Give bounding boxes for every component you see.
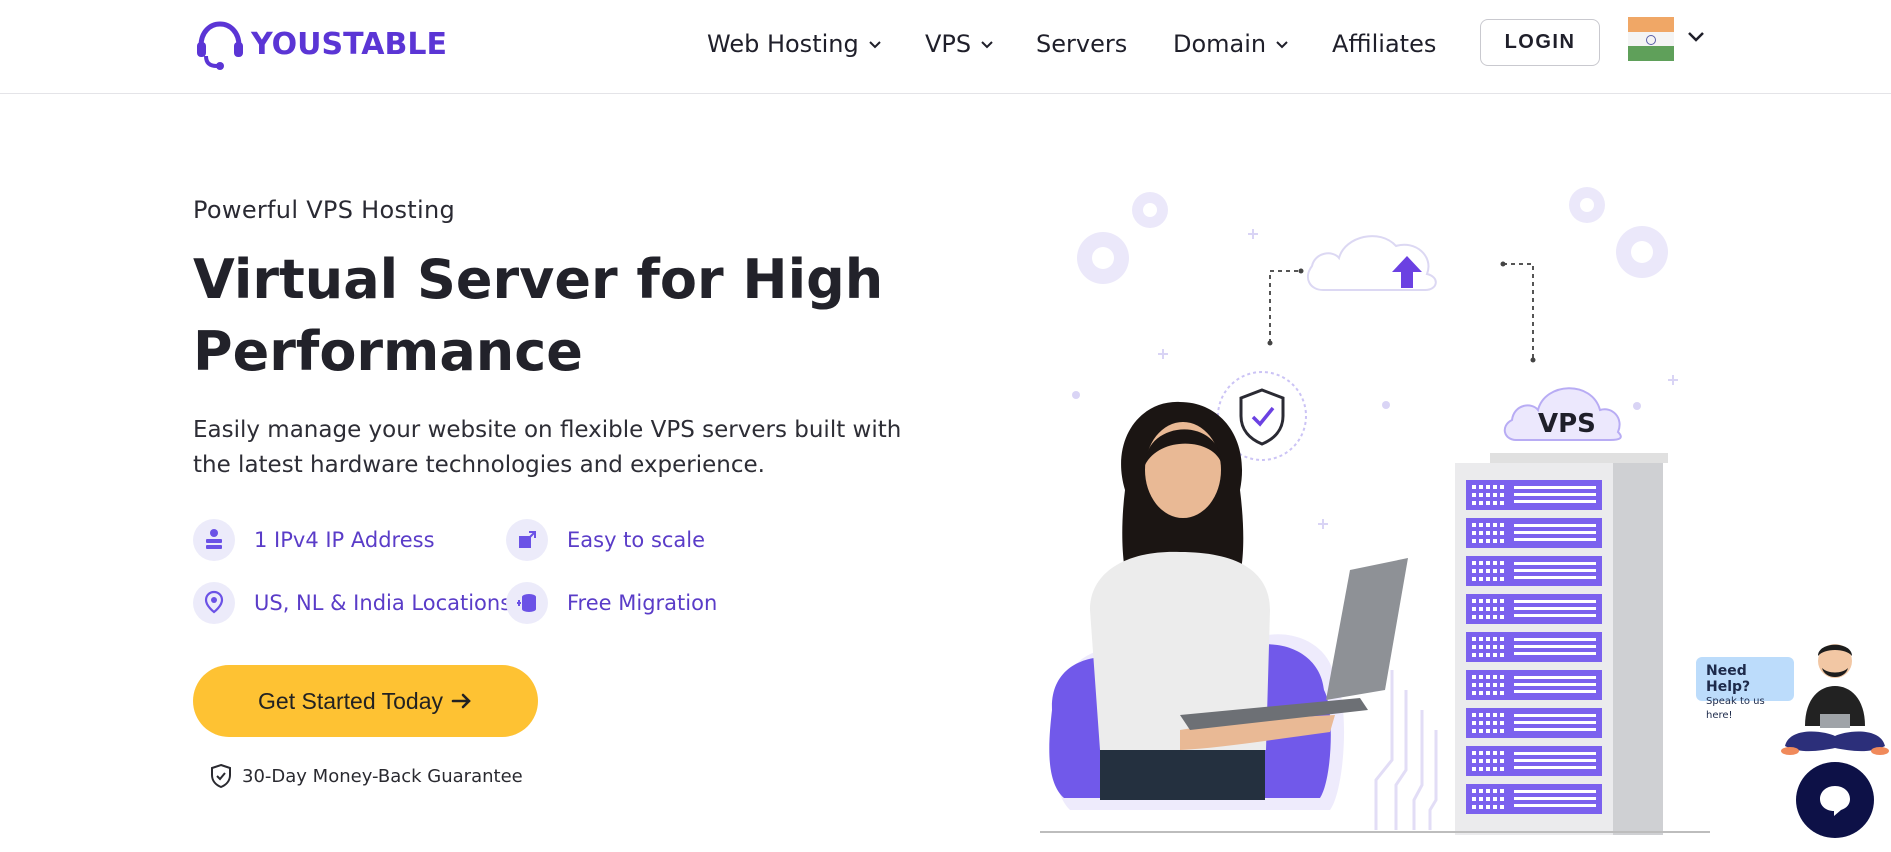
vps-badge: VPS [1538, 409, 1596, 439]
shield-check-icon [211, 763, 231, 789]
chevron-down-icon[interactable] [1687, 31, 1705, 43]
arrow-right-icon [451, 693, 471, 709]
nav-web-hosting[interactable]: Web Hosting [707, 24, 882, 64]
feature-scale: Easy to scale [506, 519, 705, 561]
brand-name: YOUSTABLE [251, 26, 447, 62]
database-migration-icon [506, 582, 548, 624]
chevron-down-icon [981, 41, 993, 49]
site-header: YOUSTABLE Web Hosting VPS Servers Domain… [0, 0, 1891, 94]
nav-affiliates-label: Affiliates [1332, 30, 1437, 58]
nav-vps[interactable]: VPS [925, 24, 994, 64]
nav-domain-label: Domain [1173, 30, 1267, 58]
nav-servers-label: Servers [1036, 30, 1128, 58]
feature-label: 1 IPv4 IP Address [254, 528, 435, 552]
headset-logo-icon [197, 21, 243, 70]
hero-eyebrow: Powerful VPS Hosting [193, 196, 456, 224]
feature-label: Free Migration [567, 591, 718, 615]
hero-headline: Virtual Server for High Performance [193, 248, 884, 383]
ip-server-icon [193, 519, 235, 561]
nav-affiliates[interactable]: Affiliates [1332, 24, 1436, 64]
vps-hero-illustration: VPS [1040, 187, 1710, 835]
money-back-guarantee: 30-Day Money-Back Guarantee [210, 763, 523, 789]
nav-web-hosting-label: Web Hosting [707, 30, 859, 58]
feature-ipv4: 1 IPv4 IP Address [193, 519, 435, 561]
location-pin-icon [193, 582, 235, 624]
nav-domain[interactable]: Domain [1173, 24, 1289, 64]
feature-locations: US, NL & India Locations [193, 582, 511, 624]
get-started-button[interactable]: Get Started Today [193, 665, 538, 737]
login-button[interactable]: LOGIN [1480, 19, 1600, 66]
chevron-down-icon [1276, 41, 1288, 49]
chevron-down-icon [869, 41, 881, 49]
feature-migration: Free Migration [506, 582, 717, 624]
scale-icon [506, 519, 548, 561]
india-flag-icon[interactable] [1628, 17, 1674, 61]
hero-lead: Easily manage your website on flexible V… [193, 417, 902, 478]
brand-logo[interactable]: YOUSTABLE [193, 18, 447, 70]
feature-label: Easy to scale [567, 528, 706, 552]
chat-launcher-button[interactable] [1796, 762, 1874, 838]
feature-label: US, NL & India Locations [254, 591, 512, 615]
nav-vps-label: VPS [925, 30, 972, 58]
support-agent-avatar[interactable] [1780, 636, 1890, 766]
cta-label: Get Started Today [258, 687, 443, 714]
woman-with-laptop [1090, 401, 1408, 800]
guarantee-text: 30-Day Money-Back Guarantee [242, 765, 523, 787]
chat-bubble-icon [1820, 786, 1850, 816]
nav-servers[interactable]: Servers [1036, 24, 1127, 64]
